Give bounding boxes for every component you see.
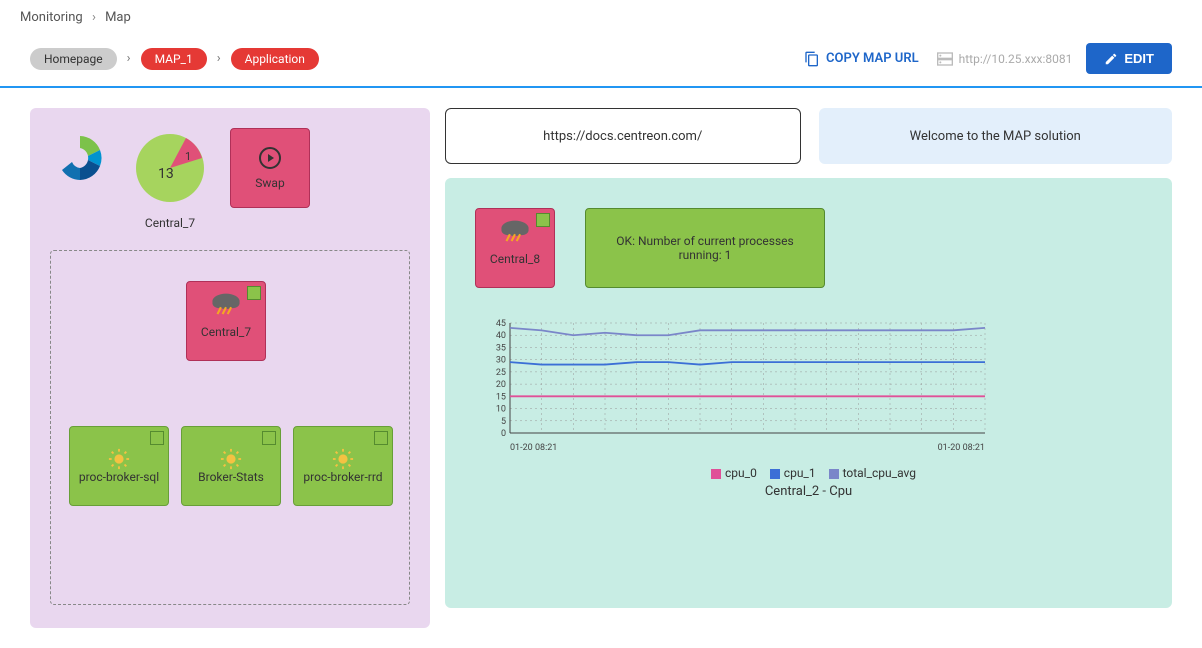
svg-text:20: 20	[496, 380, 506, 390]
legend-swatch-icon	[711, 469, 721, 479]
service-tile-proc-broker-sql[interactable]: proc-broker-sql	[69, 426, 169, 506]
service-tile-broker-stats[interactable]: Broker-Stats	[181, 426, 281, 506]
chart-legend: cpu_0 cpu_1 total_cpu_avg	[475, 466, 1142, 480]
svg-text:25: 25	[496, 368, 506, 378]
svg-text:5: 5	[501, 417, 506, 427]
svg-text:45: 45	[496, 319, 506, 329]
swap-label: Swap	[255, 176, 284, 190]
pie-widget[interactable]: 13 1 Central_7	[130, 128, 210, 230]
svg-text:40: 40	[496, 331, 506, 341]
copy-icon	[804, 51, 820, 67]
service-tile-proc-broker-rrd[interactable]: proc-broker-rrd	[293, 426, 393, 506]
svg-text:15: 15	[496, 392, 506, 402]
breadcrumb-application[interactable]: Application	[231, 48, 319, 70]
legend-swatch-icon	[829, 469, 839, 479]
copy-map-url-button[interactable]: COPY MAP URL	[804, 51, 919, 67]
swap-tile[interactable]: Swap	[230, 128, 310, 208]
crumb-map[interactable]: Map	[105, 10, 131, 25]
server-icon	[937, 52, 953, 66]
url-widget[interactable]: https://docs.centreon.com/	[445, 108, 801, 164]
service-label: Broker-Stats	[198, 470, 264, 484]
service-label: proc-broker-rrd	[303, 470, 382, 484]
status-indicator	[536, 213, 550, 227]
pie-chart-icon: 13 1	[130, 128, 210, 208]
storm-cloud-icon	[498, 217, 532, 243]
output-text: OK: Number of current processes running:…	[594, 234, 816, 262]
sun-icon	[108, 448, 130, 470]
cpu-chart[interactable]: 0 5 10 15 20 25 30 35 40 45 01-20 08:21 01-20 08:21…	[475, 318, 1142, 499]
url-widget-text: https://docs.centreon.com/	[543, 129, 702, 144]
left-container[interactable]: 13 1 Central_7 Swap Central_7	[30, 108, 430, 628]
host-tile-label: Central_7	[187, 325, 265, 339]
pie-host-label: Central_7	[130, 216, 210, 230]
status-indicator	[262, 431, 276, 445]
status-indicator	[150, 431, 164, 445]
svg-text:01-20 08:21: 01-20 08:21	[510, 443, 557, 453]
svg-text:30: 30	[496, 356, 506, 366]
edit-button[interactable]: EDIT	[1086, 43, 1172, 74]
svg-text:01-20 08:21: 01-20 08:21	[938, 443, 985, 453]
legend-swatch-icon	[770, 469, 780, 479]
toolbar: Homepage › MAP_1 › Application COPY MAP …	[0, 35, 1202, 88]
chart-title: Central_2 - Cpu	[475, 484, 1142, 499]
breadcrumb-map[interactable]: MAP_1	[141, 48, 207, 70]
svg-text:1: 1	[185, 150, 191, 163]
sun-icon	[220, 448, 242, 470]
dashed-container[interactable]: Central_7 proc-broker-sql Broker-Stats p…	[50, 250, 410, 605]
top-breadcrumb: Monitoring › Map	[0, 0, 1202, 35]
storm-cloud-icon	[209, 290, 243, 316]
status-indicator	[247, 286, 261, 300]
svg-text:10: 10	[496, 405, 506, 415]
host-tile-label: Central_8	[476, 252, 554, 266]
host-tile-central8[interactable]: Central_8	[475, 208, 555, 288]
map-url-text: http://10.25.xxx:8081	[937, 52, 1073, 66]
sun-icon	[332, 448, 354, 470]
text-widget-text: Welcome to the MAP solution	[910, 129, 1081, 144]
svg-text:13: 13	[158, 166, 174, 182]
map-canvas: 13 1 Central_7 Swap Central_7	[0, 88, 1202, 648]
svg-text:35: 35	[496, 343, 506, 353]
play-circle-icon	[258, 146, 282, 170]
right-container[interactable]: Central_8 OK: Number of current processe…	[445, 178, 1172, 608]
pencil-icon	[1104, 52, 1118, 66]
chevron-right-icon: ›	[92, 10, 96, 25]
line-chart-icon: 0 5 10 15 20 25 30 35 40 45 01-20 08:21 01-20 08:21	[475, 318, 995, 458]
svg-text:0: 0	[501, 429, 506, 439]
service-label: proc-broker-sql	[79, 470, 159, 484]
text-widget[interactable]: Welcome to the MAP solution	[819, 108, 1173, 164]
output-widget[interactable]: OK: Number of current processes running:…	[585, 208, 825, 288]
centreon-logo-icon	[50, 128, 110, 188]
chevron-right-icon: ›	[127, 51, 131, 66]
breadcrumb-home[interactable]: Homepage	[30, 48, 117, 70]
crumb-monitoring[interactable]: Monitoring	[20, 10, 83, 25]
host-tile-central7[interactable]: Central_7	[186, 281, 266, 361]
status-indicator	[374, 431, 388, 445]
chevron-right-icon: ›	[217, 51, 221, 66]
